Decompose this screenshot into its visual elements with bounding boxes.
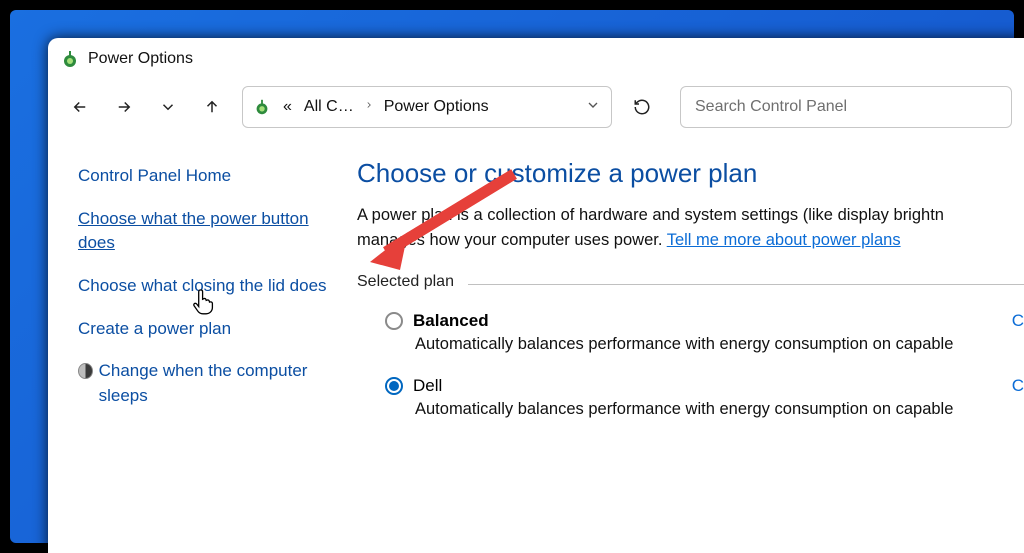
radio-balanced[interactable] bbox=[385, 312, 403, 330]
forward-button[interactable] bbox=[104, 87, 144, 127]
breadcrumb-seg1[interactable]: All C… bbox=[304, 98, 354, 116]
sidebar: Control Panel Home Choose what the power… bbox=[48, 134, 353, 553]
radio-dell[interactable] bbox=[385, 377, 403, 395]
sidebar-item-closing-lid[interactable]: Choose what closing the lid does bbox=[78, 274, 335, 299]
titlebar: Power Options bbox=[48, 38, 1024, 80]
address-bar[interactable]: « All C… Power Options bbox=[242, 86, 612, 128]
page-heading: Choose or customize a power plan bbox=[357, 158, 1024, 189]
refresh-button[interactable] bbox=[622, 87, 662, 127]
sidebar-item-power-button[interactable]: Choose what the power button does bbox=[78, 207, 335, 256]
page-description: A power plan is a collection of hardware… bbox=[357, 203, 1024, 253]
main-content: Choose or customize a power plan A power… bbox=[353, 134, 1024, 553]
power-options-icon bbox=[253, 98, 271, 116]
learn-more-link[interactable]: Tell me more about power plans bbox=[667, 231, 901, 249]
power-options-window: Power Options « All C… bbox=[48, 38, 1024, 553]
sidebar-item-create-plan[interactable]: Create a power plan bbox=[78, 317, 335, 342]
search-box[interactable] bbox=[680, 86, 1012, 128]
up-button[interactable] bbox=[192, 87, 232, 127]
navigation-bar: « All C… Power Options bbox=[48, 80, 1024, 134]
change-plan-link[interactable]: C bbox=[1012, 376, 1024, 396]
window-title: Power Options bbox=[88, 50, 193, 68]
control-panel-home-link[interactable]: Control Panel Home bbox=[78, 164, 335, 189]
plan-description: Automatically balances performance with … bbox=[415, 400, 1024, 419]
power-plan-dell: Dell C Automatically balances performanc… bbox=[385, 376, 1024, 419]
change-plan-link[interactable]: C bbox=[1012, 311, 1024, 331]
chevron-down-icon[interactable] bbox=[585, 97, 601, 118]
breadcrumb-seg2[interactable]: Power Options bbox=[384, 98, 489, 116]
sidebar-item-sleep[interactable]: Change when the computer sleeps bbox=[99, 359, 335, 408]
plan-name: Balanced bbox=[413, 311, 489, 331]
back-button[interactable] bbox=[60, 87, 100, 127]
plan-description: Automatically balances performance with … bbox=[415, 335, 1024, 354]
chevron-right-icon bbox=[364, 98, 374, 117]
breadcrumb-prefix: « bbox=[283, 98, 292, 116]
power-plan-balanced: Balanced C Automatically balances perfor… bbox=[385, 311, 1024, 354]
plan-name: Dell bbox=[413, 376, 442, 396]
divider bbox=[468, 284, 1024, 285]
history-chevron-icon[interactable] bbox=[148, 87, 188, 127]
selected-plan-label: Selected plan bbox=[357, 273, 454, 291]
search-input[interactable] bbox=[695, 98, 997, 116]
power-options-icon bbox=[60, 49, 80, 69]
shield-icon bbox=[78, 363, 93, 379]
